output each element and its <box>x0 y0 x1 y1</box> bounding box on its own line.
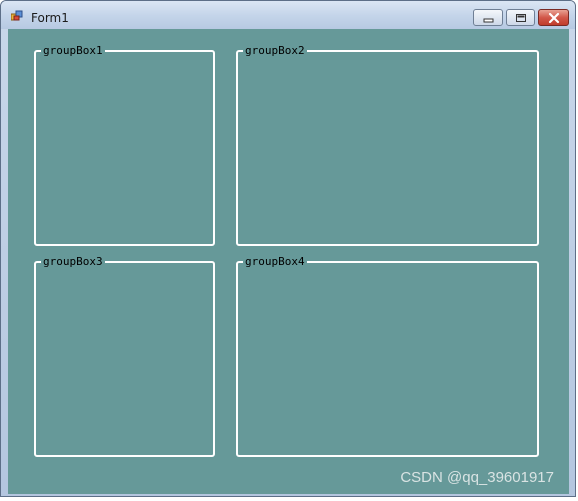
watermark-text: CSDN @qq_39601917 <box>400 469 554 486</box>
close-button[interactable] <box>538 9 569 26</box>
maximize-button[interactable] <box>506 9 535 26</box>
form-window: Form1 groupBox1 groupBox2 groupBox3 grou… <box>0 0 576 497</box>
group-box-2: groupBox2 <box>236 44 539 246</box>
window-title: Form1 <box>31 11 69 25</box>
minimize-icon <box>483 18 494 23</box>
form-client-area: groupBox1 groupBox2 groupBox3 groupBox4 … <box>8 29 569 494</box>
app-icon[interactable] <box>11 10 24 21</box>
maximize-icon <box>516 14 526 22</box>
group-box-4-label: groupBox4 <box>243 255 307 268</box>
close-icon <box>548 12 560 24</box>
group-box-3-label: groupBox3 <box>41 255 105 268</box>
group-box-3: groupBox3 <box>34 255 215 457</box>
group-box-1: groupBox1 <box>34 44 215 246</box>
minimize-button[interactable] <box>473 9 503 26</box>
title-bar[interactable]: Form1 <box>1 1 575 29</box>
group-box-4: groupBox4 <box>236 255 539 457</box>
group-box-1-label: groupBox1 <box>41 44 105 57</box>
group-box-2-label: groupBox2 <box>243 44 307 57</box>
